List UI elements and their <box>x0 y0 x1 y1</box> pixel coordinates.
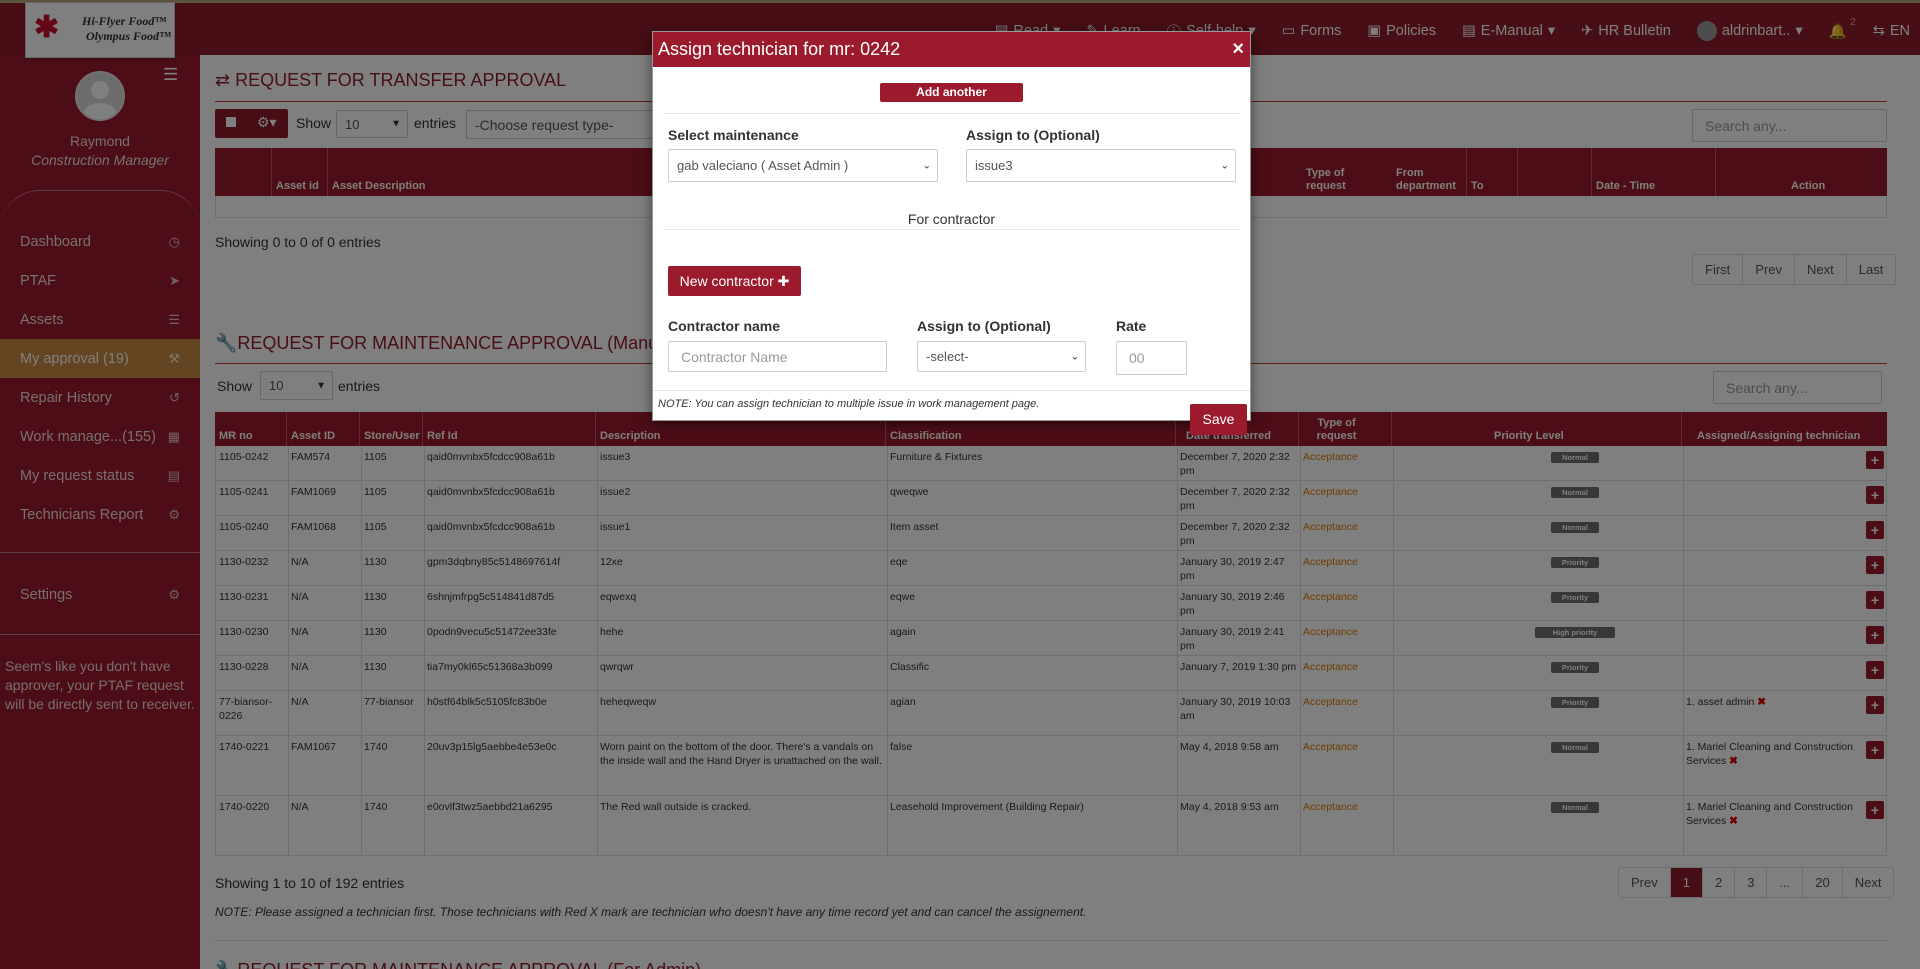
chevron-down-icon: ⌄ <box>1070 351 1079 362</box>
divider <box>663 113 1240 114</box>
add-another-technician-button[interactable]: Add another technician✚ <box>880 83 1023 118</box>
save-button[interactable]: Save <box>1190 404 1247 435</box>
contractor-assign-dropdown[interactable]: -select- ⌄ <box>917 341 1086 372</box>
divider <box>653 390 1250 391</box>
modal-title: Assign technician for mr: 0242 <box>658 39 901 59</box>
modal-header: Assign technician for mr: 0242 × <box>653 32 1250 67</box>
chevron-down-icon: ⌄ <box>1220 160 1229 171</box>
plus-icon: ✚ <box>777 273 790 289</box>
select-maintenance-dropdown[interactable]: gab valeciano ( Asset Admin ) ⌄ <box>668 149 938 182</box>
modal-note: NOTE: You can assign technician to multi… <box>658 398 1040 410</box>
rate-input[interactable]: 00 <box>1116 341 1187 375</box>
new-contractor-button[interactable]: New contractor ✚ <box>668 266 801 296</box>
assign-technician-modal: Assign technician for mr: 0242 × Add ano… <box>652 31 1251 435</box>
for-contractor-label: For contractor <box>907 211 996 227</box>
plus-icon: ✚ <box>976 104 987 118</box>
contractor-name-input[interactable]: Contractor Name <box>668 341 887 372</box>
assign-issue-dropdown[interactable]: issue3 ⌄ <box>966 149 1236 182</box>
chevron-down-icon: ⌄ <box>922 160 931 171</box>
modal-body: Add another technician✚ Select maintenan… <box>653 67 1250 435</box>
modal-backdrop-side <box>0 55 200 969</box>
divider <box>663 229 1240 230</box>
close-icon[interactable]: × <box>1232 32 1244 67</box>
